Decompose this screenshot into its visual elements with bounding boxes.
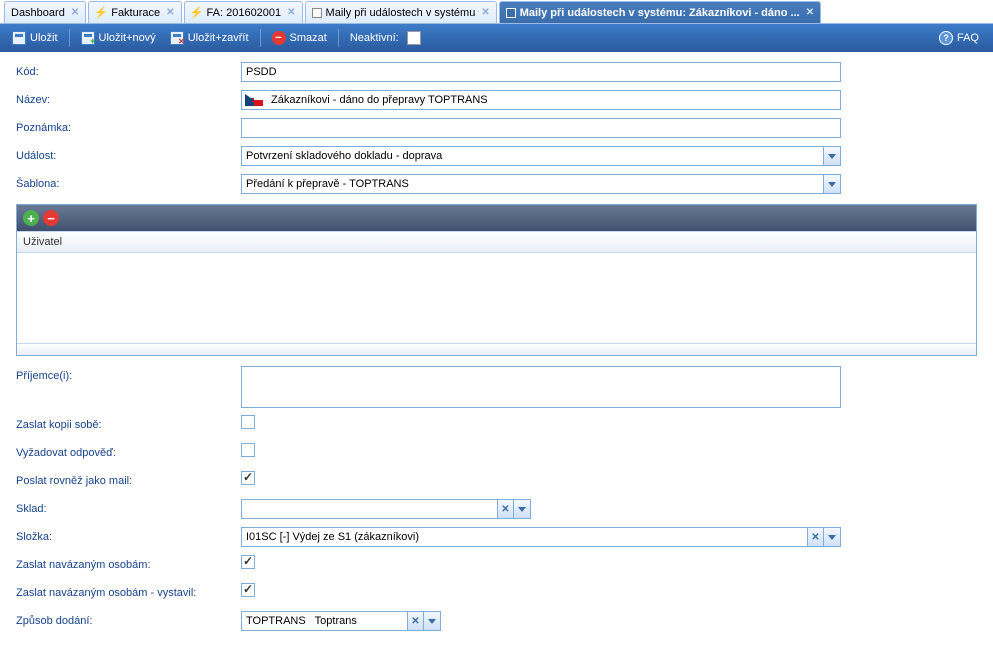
tab-fa-201602001[interactable]: ⚡ FA: 201602001 ✕ [184, 1, 303, 23]
remove-row-button[interactable]: − [43, 210, 59, 226]
require-reply-label: Vyžadovat odpověď: [16, 443, 241, 459]
delivery-input[interactable] [241, 611, 407, 631]
module-icon: ⚡ [95, 7, 107, 19]
event-label: Událost: [16, 146, 241, 162]
save-close-icon [170, 31, 184, 45]
close-icon[interactable]: ✕ [806, 7, 814, 18]
faq-label: FAQ [957, 32, 979, 44]
inactive-toggle[interactable]: Neaktivní: [344, 28, 427, 48]
folder-label: Složka: [16, 527, 241, 543]
tab-label: Maily při událostech v systému [326, 7, 476, 19]
button-label: Smazat [290, 32, 327, 44]
warehouse-input[interactable] [241, 499, 497, 519]
button-label: Uložit+nový [99, 32, 156, 44]
recipients-input[interactable] [241, 366, 841, 408]
tab-mail-detail[interactable]: Maily při událostech v systému: Zákazník… [499, 1, 821, 23]
flag-cz-icon [245, 94, 263, 106]
grid-toolbar: + − [17, 205, 976, 231]
button-label: Uložit+zavřít [188, 32, 249, 44]
module-icon: ⚡ [191, 7, 203, 19]
code-label: Kód: [16, 62, 241, 78]
chevron-down-icon[interactable] [824, 146, 841, 166]
inactive-checkbox[interactable] [407, 31, 421, 45]
clear-icon[interactable]: ✕ [407, 611, 424, 631]
warehouse-label: Sklad: [16, 499, 241, 515]
cc-self-checkbox[interactable] [241, 415, 255, 429]
clear-icon[interactable]: ✕ [807, 527, 824, 547]
form-panel: Kód: Název: Poznámka: Událost: Šablona: … [0, 52, 993, 649]
separator [260, 29, 261, 47]
separator [338, 29, 339, 47]
event-select[interactable] [241, 146, 824, 166]
button-label: Uložit [30, 32, 58, 44]
tab-label: FA: 201602001 [207, 7, 282, 19]
grid-body[interactable] [17, 253, 976, 343]
tab-bar: Dashboard ✕ ⚡ Fakturace ✕ ⚡ FA: 20160200… [0, 0, 993, 24]
linked-persons-label: Zaslat navázaným osobám: [16, 555, 241, 571]
chevron-down-icon[interactable] [424, 611, 441, 631]
save-new-icon [81, 31, 95, 45]
delivery-label: Způsob dodání: [16, 611, 241, 627]
folder-input[interactable] [241, 527, 807, 547]
close-icon[interactable]: ✕ [71, 7, 79, 18]
close-icon[interactable]: ✕ [287, 7, 295, 18]
delete-button[interactable]: − Smazat [266, 28, 333, 48]
tab-label: Dashboard [11, 7, 65, 19]
separator [69, 29, 70, 47]
close-icon[interactable]: ✕ [166, 7, 174, 18]
tab-label: Fakturace [111, 7, 160, 19]
save-button[interactable]: Uložit [6, 28, 64, 48]
main-toolbar: Uložit Uložit+nový Uložit+zavřít − Smaza… [0, 24, 993, 52]
save-new-button[interactable]: Uložit+nový [75, 28, 162, 48]
template-select[interactable] [241, 174, 824, 194]
faq-button[interactable]: ? FAQ [939, 31, 987, 45]
linked-persons-issuer-label: Zaslat navázaným osobám - vystavil: [16, 583, 241, 599]
save-close-button[interactable]: Uložit+zavřít [164, 28, 255, 48]
note-input[interactable] [241, 118, 841, 138]
code-input[interactable] [241, 62, 841, 82]
tab-fakturace[interactable]: ⚡ Fakturace ✕ [88, 1, 181, 23]
note-label: Poznámka: [16, 118, 241, 134]
delete-icon: − [272, 31, 286, 45]
cc-self-label: Zaslat kopii sobě: [16, 415, 241, 431]
chevron-down-icon[interactable] [514, 499, 531, 519]
linked-persons-checkbox[interactable] [241, 555, 255, 569]
module-icon [506, 8, 516, 18]
inactive-label: Neaktivní: [350, 32, 399, 44]
module-icon [312, 8, 322, 18]
tab-dashboard[interactable]: Dashboard ✕ [4, 1, 86, 23]
name-label: Název: [16, 90, 241, 106]
chevron-down-icon[interactable] [824, 174, 841, 194]
clear-icon[interactable]: ✕ [497, 499, 514, 519]
also-mail-checkbox[interactable] [241, 471, 255, 485]
add-row-button[interactable]: + [23, 210, 39, 226]
require-reply-checkbox[interactable] [241, 443, 255, 457]
template-label: Šablona: [16, 174, 241, 190]
save-icon [12, 31, 26, 45]
tab-label: Maily při událostech v systému: Zákazník… [520, 7, 800, 19]
users-grid: + − Uživatel [16, 204, 977, 356]
grid-footer [17, 343, 976, 355]
chevron-down-icon[interactable] [824, 527, 841, 547]
grid-column-header[interactable]: Uživatel [17, 231, 976, 253]
tab-mails-list[interactable]: Maily při událostech v systému ✕ [305, 1, 497, 23]
also-mail-label: Poslat rovněž jako mail: [16, 471, 241, 487]
close-icon[interactable]: ✕ [481, 7, 489, 18]
recipients-label: Příjemce(i): [16, 366, 241, 382]
linked-persons-issuer-checkbox[interactable] [241, 583, 255, 597]
help-icon: ? [939, 31, 953, 45]
name-input[interactable] [267, 91, 840, 109]
